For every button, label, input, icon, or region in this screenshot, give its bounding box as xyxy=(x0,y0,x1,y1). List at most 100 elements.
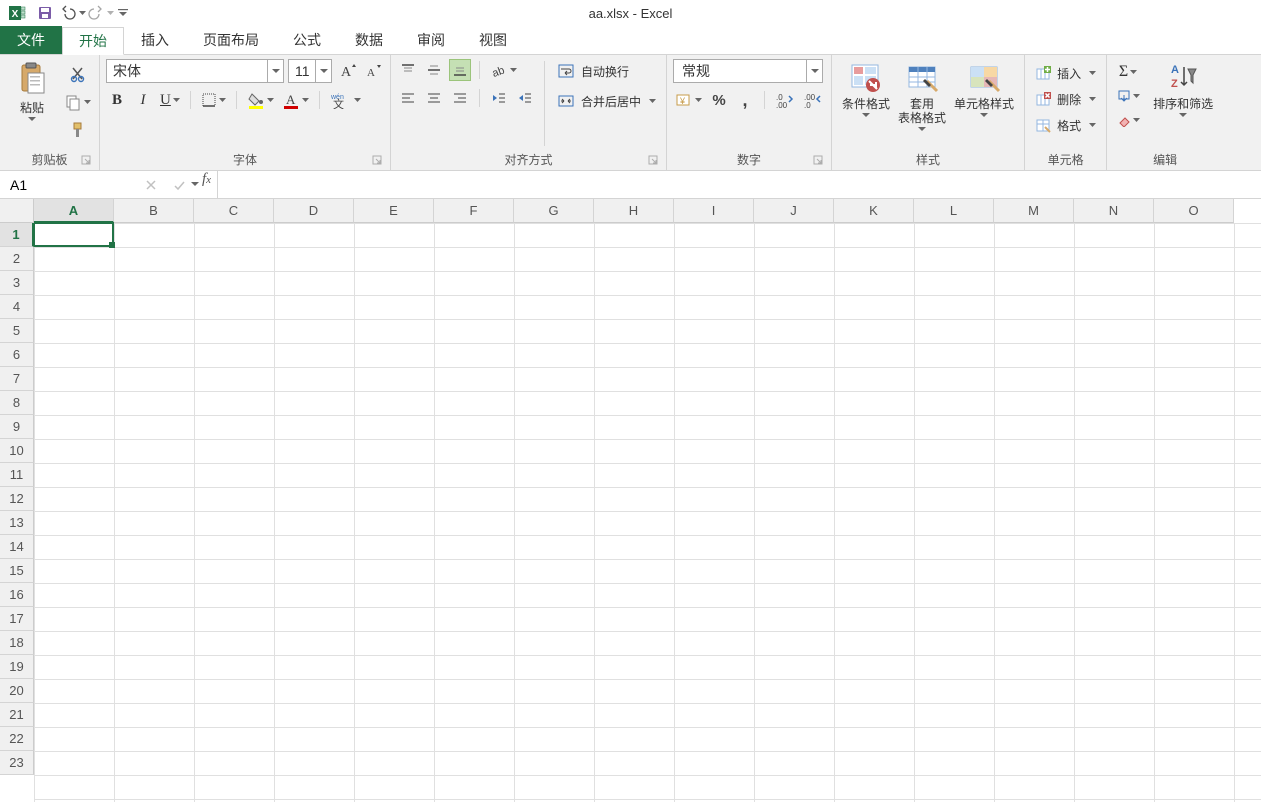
row-header[interactable]: 22 xyxy=(0,727,34,751)
italic-button[interactable]: I xyxy=(132,89,154,111)
number-dialog-launcher-icon[interactable] xyxy=(811,153,825,167)
row-header[interactable]: 6 xyxy=(0,343,34,367)
bold-button[interactable]: B xyxy=(106,89,128,111)
row-header[interactable]: 14 xyxy=(0,535,34,559)
row-header[interactable]: 18 xyxy=(0,631,34,655)
sort-filter-button[interactable]: AZ 排序和筛选 xyxy=(1149,59,1217,120)
font-name-combo[interactable]: 宋体 xyxy=(106,59,284,83)
align-top-button[interactable] xyxy=(397,59,419,81)
alignment-dialog-launcher-icon[interactable] xyxy=(646,153,660,167)
accounting-format-button[interactable]: ¥ xyxy=(673,89,704,111)
row-header[interactable]: 12 xyxy=(0,487,34,511)
excel-app-icon[interactable]: X xyxy=(4,1,30,25)
delete-cells-button[interactable]: 删除 xyxy=(1031,87,1100,111)
font-size-combo[interactable]: 11 xyxy=(288,59,332,83)
align-center-button[interactable] xyxy=(423,87,445,109)
decrease-indent-button[interactable] xyxy=(488,87,510,109)
column-header[interactable]: G xyxy=(514,199,594,223)
number-format-combo[interactable]: 常规 xyxy=(673,59,823,83)
column-header[interactable]: K xyxy=(834,199,914,223)
clear-button[interactable] xyxy=(1113,109,1143,131)
number-format-dropdown-icon[interactable] xyxy=(806,60,822,82)
underline-button[interactable]: U xyxy=(158,89,182,111)
column-header[interactable]: D xyxy=(274,199,354,223)
tab-data[interactable]: 数据 xyxy=(338,26,400,54)
increase-decimal-button[interactable]: .0.00 xyxy=(773,89,797,111)
phonetic-button[interactable]: wén文 xyxy=(328,89,363,111)
column-header[interactable]: E xyxy=(354,199,434,223)
increase-indent-button[interactable] xyxy=(514,87,536,109)
conditional-formatting-button[interactable]: 条件格式 xyxy=(838,59,894,120)
formula-cancel-button[interactable] xyxy=(140,174,162,196)
column-header[interactable]: H xyxy=(594,199,674,223)
undo-button[interactable] xyxy=(60,1,86,25)
paste-button[interactable]: 粘贴 xyxy=(6,59,58,124)
row-header[interactable]: 21 xyxy=(0,703,34,727)
align-bottom-button[interactable] xyxy=(449,59,471,81)
redo-button[interactable] xyxy=(88,1,114,25)
column-header[interactable]: B xyxy=(114,199,194,223)
tab-insert[interactable]: 插入 xyxy=(124,26,186,54)
row-header[interactable]: 8 xyxy=(0,391,34,415)
row-header[interactable]: 4 xyxy=(0,295,34,319)
column-header[interactable]: A xyxy=(34,199,114,223)
comma-button[interactable]: , xyxy=(734,89,756,111)
align-left-button[interactable] xyxy=(397,87,419,109)
tab-home[interactable]: 开始 xyxy=(62,27,124,55)
row-header[interactable]: 2 xyxy=(0,247,34,271)
tab-view[interactable]: 视图 xyxy=(462,26,524,54)
font-dialog-launcher-icon[interactable] xyxy=(370,153,384,167)
active-cell[interactable] xyxy=(34,222,114,247)
row-header[interactable]: 16 xyxy=(0,583,34,607)
fill-color-button[interactable] xyxy=(245,89,276,111)
row-header[interactable]: 7 xyxy=(0,367,34,391)
column-header[interactable]: F xyxy=(434,199,514,223)
merge-center-button[interactable]: 合并后居中 xyxy=(553,89,660,113)
autosum-button[interactable]: Σ xyxy=(1113,61,1143,83)
fx-icon[interactable]: fx xyxy=(196,171,217,198)
percent-button[interactable]: % xyxy=(708,89,730,111)
column-header[interactable]: J xyxy=(754,199,834,223)
wrap-text-button[interactable]: 自动换行 xyxy=(553,59,660,83)
increase-font-button[interactable]: A xyxy=(336,60,358,82)
select-all-corner[interactable] xyxy=(0,199,34,223)
font-color-button[interactable]: A xyxy=(280,89,311,111)
cells-area[interactable] xyxy=(34,223,1261,802)
paste-dropdown-icon[interactable] xyxy=(28,117,36,122)
column-header[interactable]: L xyxy=(914,199,994,223)
row-header[interactable]: 10 xyxy=(0,439,34,463)
fill-button[interactable] xyxy=(1113,85,1143,107)
row-header[interactable]: 1 xyxy=(0,223,34,247)
format-painter-button[interactable] xyxy=(62,119,93,141)
align-right-button[interactable] xyxy=(449,87,471,109)
insert-cells-button[interactable]: 插入 xyxy=(1031,61,1100,85)
row-header[interactable]: 5 xyxy=(0,319,34,343)
align-middle-button[interactable] xyxy=(423,59,445,81)
tab-review[interactable]: 审阅 xyxy=(400,26,462,54)
column-header[interactable]: O xyxy=(1154,199,1234,223)
copy-button[interactable] xyxy=(62,91,93,113)
column-header[interactable]: I xyxy=(674,199,754,223)
row-header[interactable]: 11 xyxy=(0,463,34,487)
cut-button[interactable] xyxy=(62,63,93,85)
column-header[interactable]: M xyxy=(994,199,1074,223)
format-cells-button[interactable]: 格式 xyxy=(1031,113,1100,137)
undo-dropdown-icon[interactable] xyxy=(79,11,86,16)
row-header[interactable]: 9 xyxy=(0,415,34,439)
font-name-dropdown-icon[interactable] xyxy=(267,60,283,82)
row-header[interactable]: 20 xyxy=(0,679,34,703)
decrease-decimal-button[interactable]: .00.0 xyxy=(801,89,825,111)
row-header[interactable]: 3 xyxy=(0,271,34,295)
format-as-table-button[interactable]: 套用表格格式 xyxy=(894,59,950,134)
row-header[interactable]: 13 xyxy=(0,511,34,535)
font-size-dropdown-icon[interactable] xyxy=(315,60,331,82)
orientation-button[interactable]: ab xyxy=(488,59,519,81)
row-header[interactable]: 15 xyxy=(0,559,34,583)
decrease-font-button[interactable]: A xyxy=(362,60,384,82)
formula-input[interactable] xyxy=(217,171,1261,198)
fill-handle[interactable] xyxy=(109,242,115,248)
row-header[interactable]: 19 xyxy=(0,655,34,679)
border-button[interactable] xyxy=(199,89,228,111)
column-header[interactable]: N xyxy=(1074,199,1154,223)
save-icon[interactable] xyxy=(32,1,58,25)
